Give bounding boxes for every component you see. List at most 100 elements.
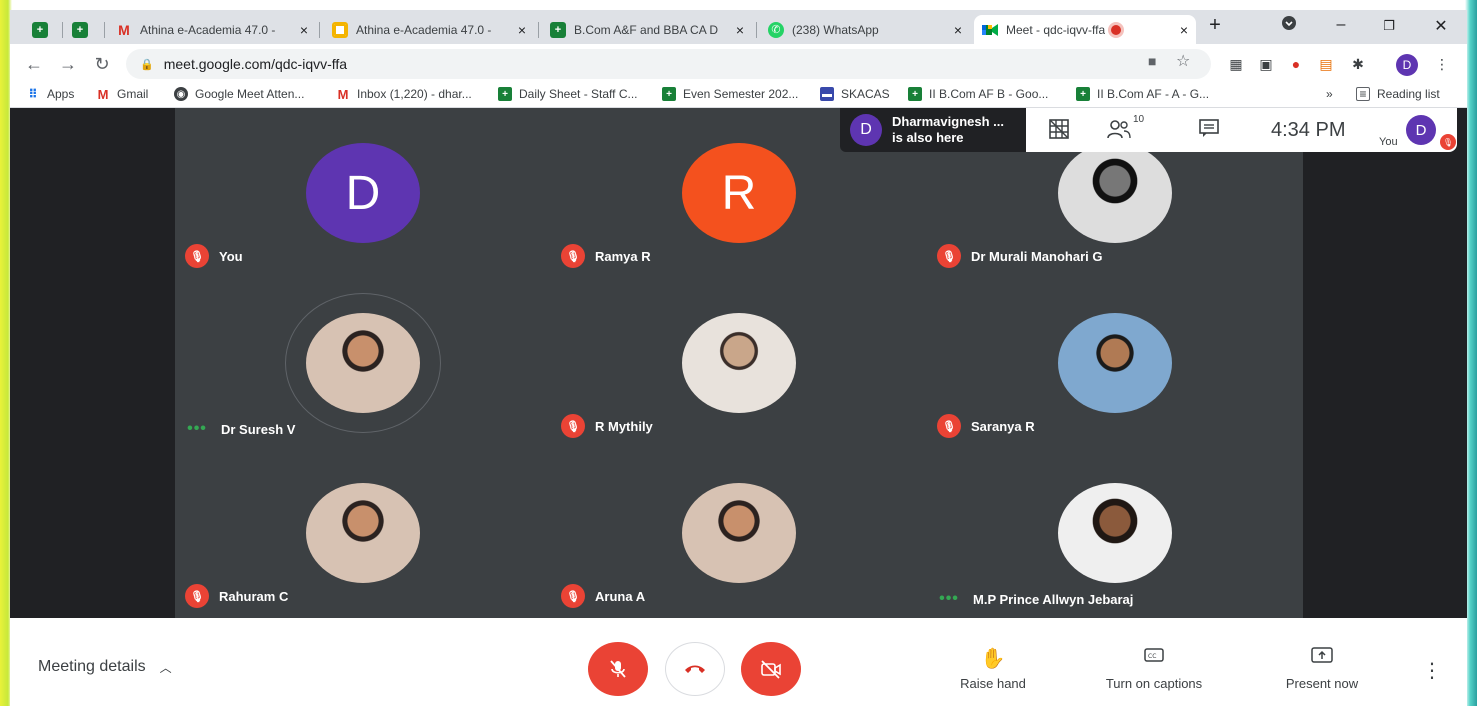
bookmark-apps[interactable]: ⠿ Apps: [26, 85, 74, 103]
layout-grid-icon[interactable]: [1048, 118, 1070, 146]
forward-icon[interactable]: →: [56, 52, 80, 76]
meet-icon: [982, 22, 998, 38]
bookmark-gmail[interactable]: M Gmail: [96, 85, 149, 103]
tab-sheets-2[interactable]: +: [64, 15, 100, 44]
pip-extension-icon[interactable]: ▣: [1254, 52, 1278, 76]
grid-extension-icon[interactable]: ▦: [1224, 52, 1248, 76]
leave-call-button[interactable]: [665, 642, 725, 696]
bookmark-bcom-af-a[interactable]: + II B.Com AF - A - G...: [1076, 85, 1209, 103]
avatar: R: [682, 143, 796, 243]
reading-list-icon: ≡: [1356, 87, 1370, 101]
tomato-extension-icon[interactable]: ●: [1284, 52, 1308, 76]
self-avatar[interactable]: D: [1406, 115, 1436, 145]
presence-subtext: is also here: [892, 130, 964, 145]
avatar-photo: [306, 313, 420, 413]
more-options-icon[interactable]: ⋮: [1422, 658, 1442, 683]
participant-label: 🎙 Ramya R: [561, 244, 651, 268]
participant-tile[interactable]: 🎙 Saranya R: [927, 278, 1303, 448]
bookmark-label: SKACAS: [841, 87, 890, 101]
presence-notification[interactable]: D Dharmavignesh ... is also here: [840, 108, 1026, 152]
browser-menu-icon[interactable]: ⋮: [1430, 52, 1454, 76]
back-icon[interactable]: ←: [22, 52, 46, 76]
participant-tile[interactable]: 🎙 R Mythily: [551, 278, 927, 448]
puzzle-extensions-icon[interactable]: ✱: [1346, 52, 1370, 76]
sheets-icon: +: [72, 21, 88, 38]
close-icon[interactable]: ×: [512, 22, 526, 38]
calendar-extension-icon[interactable]: ▤: [1314, 52, 1338, 76]
mic-off-icon: 🎙: [561, 414, 585, 438]
bookmark-inbox[interactable]: M Inbox (1,220) - dhar...: [336, 85, 472, 103]
avatar-photo: [1058, 483, 1172, 583]
captions-button[interactable]: CC Turn on captions: [1094, 646, 1214, 691]
bookmark-label: Daily Sheet - Staff C...: [519, 87, 638, 101]
bookmark-skacas[interactable]: ▬ SKACAS: [820, 85, 890, 103]
bookmark-meet-attendance[interactable]: ◉ Google Meet Atten...: [174, 85, 304, 103]
chat-icon[interactable]: [1198, 118, 1220, 144]
bookmarks-overflow-button[interactable]: »: [1326, 85, 1333, 103]
participant-label: ••• M.P Prince Allwyn Jebaraj: [937, 590, 1133, 608]
tab-search-icon[interactable]: [1274, 16, 1304, 35]
captions-label: Turn on captions: [1105, 676, 1203, 691]
participant-tile[interactable]: D 🎙 You: [175, 108, 551, 278]
tab-bcom-sheet[interactable]: + B.Com A&F and BBA CA D ×: [542, 15, 752, 44]
self-mic-off-icon: 🎙: [1440, 134, 1456, 150]
meet-stage: D 🎙 You R 🎙 Ramya R 🎙 Dr Murali Manohari…: [10, 108, 1467, 618]
tab-athina-slides[interactable]: Athina e-Academia 47.0 - ×: [324, 15, 534, 44]
bookmark-star-icon[interactable]: ☆: [1176, 51, 1190, 71]
restore-icon[interactable]: ❐: [1374, 18, 1404, 34]
meeting-details-label: Meeting details: [38, 658, 146, 675]
camera-toggle-button[interactable]: [741, 642, 801, 696]
raise-hand-button[interactable]: ✋ Raise hand: [933, 646, 1053, 691]
site-icon: ▬: [820, 87, 834, 101]
participant-grid: D 🎙 You R 🎙 Ramya R 🎙 Dr Murali Manohari…: [175, 108, 1303, 618]
close-icon[interactable]: ×: [730, 22, 744, 38]
mic-off-icon: 🎙: [937, 414, 961, 438]
slides-icon: [332, 21, 348, 38]
hang-up-icon: [685, 665, 705, 673]
reading-list-button[interactable]: ≡ Reading list: [1356, 85, 1440, 103]
window-close-icon[interactable]: ✕: [1426, 16, 1456, 36]
meet-top-panel: 10 4:34 PM You D 🎙: [1026, 108, 1457, 152]
tab-athina-gmail[interactable]: M Athina e-Academia 47.0 - ×: [108, 15, 316, 44]
mic-toggle-button[interactable]: [588, 642, 648, 696]
new-tab-button[interactable]: +: [1200, 14, 1230, 37]
participant-tile[interactable]: 🎙 Aruna A: [551, 448, 927, 618]
speaking-dots-icon: •••: [187, 420, 207, 437]
tab-whatsapp[interactable]: ✆ (238) WhatsApp ×: [760, 15, 970, 44]
participant-tile[interactable]: ••• M.P Prince Allwyn Jebaraj: [927, 448, 1303, 618]
participant-tile[interactable]: ••• Dr Suresh V: [175, 278, 551, 448]
present-now-button[interactable]: Present now: [1262, 646, 1382, 691]
tab-sheets-1[interactable]: +: [24, 15, 60, 44]
avatar-photo: [682, 483, 796, 583]
bookmark-even-semester[interactable]: + Even Semester 202...: [662, 85, 798, 103]
avatar-photo: [1058, 143, 1172, 243]
mic-off-icon: 🎙: [185, 584, 209, 608]
close-icon[interactable]: ×: [1174, 22, 1188, 38]
participant-tile[interactable]: 🎙 Rahuram C: [175, 448, 551, 618]
presence-name: Dharmavignesh ...: [892, 114, 1004, 129]
gmail-icon: M: [337, 86, 349, 102]
address-bar[interactable]: 🔒 meet.google.com/qdc-iqvv-ffa: [126, 49, 1211, 79]
chrome-extension-icon: ◉: [174, 87, 188, 101]
meeting-details-button[interactable]: Meeting details ︿: [38, 658, 172, 676]
tab-meet-active[interactable]: Meet - qdc-iqvv-ffa ×: [974, 15, 1196, 44]
present-now-label: Present now: [1285, 676, 1359, 691]
close-icon[interactable]: ×: [294, 22, 308, 38]
camera-icon[interactable]: ■: [1148, 53, 1156, 69]
close-icon[interactable]: ×: [948, 22, 962, 38]
participant-label: 🎙 Rahuram C: [185, 584, 288, 608]
gmail-icon: M: [118, 21, 130, 38]
bookmark-bcom-af-b[interactable]: + II B.Com AF B - Goo...: [908, 85, 1048, 103]
profile-avatar[interactable]: D: [1396, 54, 1418, 76]
minimize-icon[interactable]: –: [1326, 16, 1356, 34]
apps-grid-icon: ⠿: [28, 87, 38, 101]
bookmark-daily-sheet[interactable]: + Daily Sheet - Staff C...: [498, 85, 638, 103]
speaking-dots-icon: •••: [939, 590, 959, 607]
sheets-icon: +: [1076, 87, 1090, 101]
reload-icon[interactable]: ↻: [90, 52, 114, 76]
mic-off-icon: 🎙: [185, 244, 209, 268]
gmail-icon: M: [97, 86, 109, 102]
sheets-icon: +: [498, 87, 512, 101]
bookmark-label: Inbox (1,220) - dhar...: [357, 87, 472, 101]
people-icon[interactable]: [1106, 118, 1132, 146]
